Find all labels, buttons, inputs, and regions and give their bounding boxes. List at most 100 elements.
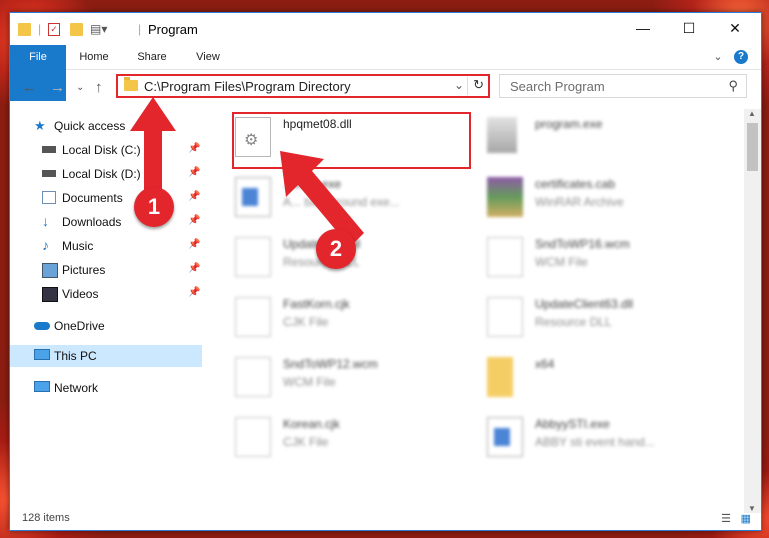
nav-label: Videos [62, 287, 99, 301]
pin-icon: 📌 [188, 191, 201, 202]
nav-label: Network [54, 381, 99, 395]
pictures-icon [42, 263, 58, 278]
star-icon: ★ [34, 118, 46, 133]
nav-label: Pictures [62, 263, 106, 277]
recent-locations-icon[interactable]: ⌄ [76, 82, 84, 93]
file-type: CJK File [283, 315, 329, 329]
address-bar[interactable]: C:\Program Files\Program Directory ⌄ ↻ [116, 74, 490, 98]
dll-file-icon [235, 237, 271, 277]
nav-item-pictures[interactable]: Pictures 📌 [10, 259, 202, 281]
file-type: WinRAR Archive [535, 195, 624, 209]
file-type: ABBY sti event hand... [535, 435, 655, 449]
expand-ribbon-icon[interactable]: ⌄ [710, 45, 726, 69]
tab-home[interactable]: Home [74, 45, 114, 69]
scrollbar-thumb[interactable] [747, 123, 758, 171]
file-name: certificates.cab [535, 177, 616, 191]
generic-file-icon [487, 237, 523, 277]
exe-file-icon [487, 417, 523, 457]
nav-label: OneDrive [54, 319, 105, 333]
archive-file-icon [487, 177, 523, 217]
forward-arrow-icon[interactable]: → [50, 79, 65, 96]
file-item[interactable]: SndToWP12.wcm WCM File [225, 351, 465, 407]
minimize-button[interactable]: — [620, 13, 666, 43]
nav-item-network[interactable]: Network [10, 377, 202, 399]
search-icon: ⚲ [728, 78, 738, 93]
file-name: SndToWP16.wcm [535, 237, 630, 251]
details-view-icon[interactable]: ☰ [721, 512, 731, 525]
file-item[interactable]: x64 [477, 351, 717, 407]
close-button[interactable]: ✕ [712, 13, 758, 43]
customize-toolbar-icon[interactable]: ▤▾ [90, 21, 107, 37]
network-icon [34, 381, 50, 392]
search-input[interactable]: Search Program ⚲ [499, 74, 747, 98]
exe-file-icon [235, 177, 271, 217]
computer-icon [34, 349, 50, 360]
folder-icon [18, 21, 31, 37]
address-separator [467, 77, 468, 95]
window-title: Program [148, 22, 198, 37]
nav-item-this-pc[interactable]: This PC [10, 345, 202, 367]
back-arrow-icon[interactable]: ← [22, 79, 37, 96]
tab-view[interactable]: View [190, 45, 226, 69]
exe-file-icon [487, 117, 517, 153]
file-item[interactable]: SndToWP16.wcm WCM File [477, 231, 717, 287]
separator: | [138, 22, 142, 36]
videos-icon [42, 287, 58, 302]
downloads-icon: ↓ [42, 213, 49, 229]
address-dropdown-icon[interactable]: ⌄ [454, 78, 464, 92]
scroll-up-icon[interactable]: ▲ [748, 109, 756, 118]
title-bar: | ✓ ▤▾ | Program — ☐ ✕ [10, 13, 761, 45]
step-2-badge: 2 [316, 229, 356, 269]
step-1-badge: 1 [134, 187, 174, 227]
file-name: x64 [535, 357, 555, 371]
help-icon[interactable]: ? [734, 45, 752, 69]
nav-label: Downloads [62, 215, 122, 229]
new-folder-icon[interactable] [70, 21, 83, 37]
navigation-bar: ← → ⌄ ↑ C:\Program Files\Program Directo… [10, 70, 761, 104]
nav-item-music[interactable]: ♪ Music 📌 [10, 235, 202, 257]
maximize-button[interactable]: ☐ [666, 13, 712, 43]
file-name: AbbyySTI.exe [535, 417, 610, 431]
file-type: WCM File [535, 255, 588, 269]
nav-label: Quick access [54, 119, 126, 133]
generic-file-icon [235, 297, 271, 337]
file-item[interactable]: FastKorn.cjk CJK File [225, 291, 465, 347]
cloud-icon [34, 322, 50, 330]
file-name: Korean.cjk [283, 417, 340, 431]
nav-item-videos[interactable]: Videos 📌 [10, 283, 202, 305]
nav-item-onedrive[interactable]: OneDrive [10, 315, 202, 337]
up-arrow-icon[interactable]: ↑ [95, 79, 103, 96]
file-item[interactable]: UpdateClient63.dll Resource DLL [477, 291, 717, 347]
separator: | [38, 22, 42, 36]
file-name: FastKorn.cjk [283, 297, 350, 311]
address-path: C:\Program Files\Program Directory [144, 79, 351, 94]
tab-share[interactable]: Share [132, 45, 172, 69]
nav-item-downloads[interactable]: ↓ Downloads 📌 [10, 211, 202, 233]
file-name: program.exe [535, 117, 603, 131]
documents-icon [42, 191, 56, 204]
file-name: UpdateClient63.dll [535, 297, 634, 311]
pin-icon: 📌 [188, 287, 201, 298]
file-type: Resource DLL [535, 315, 612, 329]
dll-file-icon [487, 297, 523, 337]
file-item[interactable]: program.exe [477, 111, 717, 167]
music-icon: ♪ [42, 237, 49, 253]
properties-icon[interactable]: ✓ [48, 21, 60, 37]
pin-icon: 📌 [188, 239, 201, 250]
nav-label: Documents [62, 191, 123, 205]
drive-icon [42, 170, 56, 177]
large-icons-view-icon[interactable]: ▦ [741, 512, 751, 525]
file-item[interactable]: AbbyySTI.exe ABBY sti event hand... [477, 411, 717, 467]
file-item[interactable]: Korean.cjk CJK File [225, 411, 465, 467]
refresh-icon[interactable]: ↻ [473, 77, 484, 93]
file-type: CJK File [283, 435, 329, 449]
status-bar: 128 items ☰ ▦ [10, 508, 761, 530]
vertical-scrollbar[interactable]: ▲ ▼ [744, 109, 761, 513]
nav-label: Music [62, 239, 94, 253]
pin-icon: 📌 [188, 215, 201, 226]
generic-file-icon [235, 417, 271, 457]
folder-icon [124, 77, 138, 91]
file-type: WCM File [283, 375, 336, 389]
file-item[interactable]: certificates.cab WinRAR Archive [477, 171, 717, 227]
search-placeholder: Search Program [510, 79, 605, 94]
